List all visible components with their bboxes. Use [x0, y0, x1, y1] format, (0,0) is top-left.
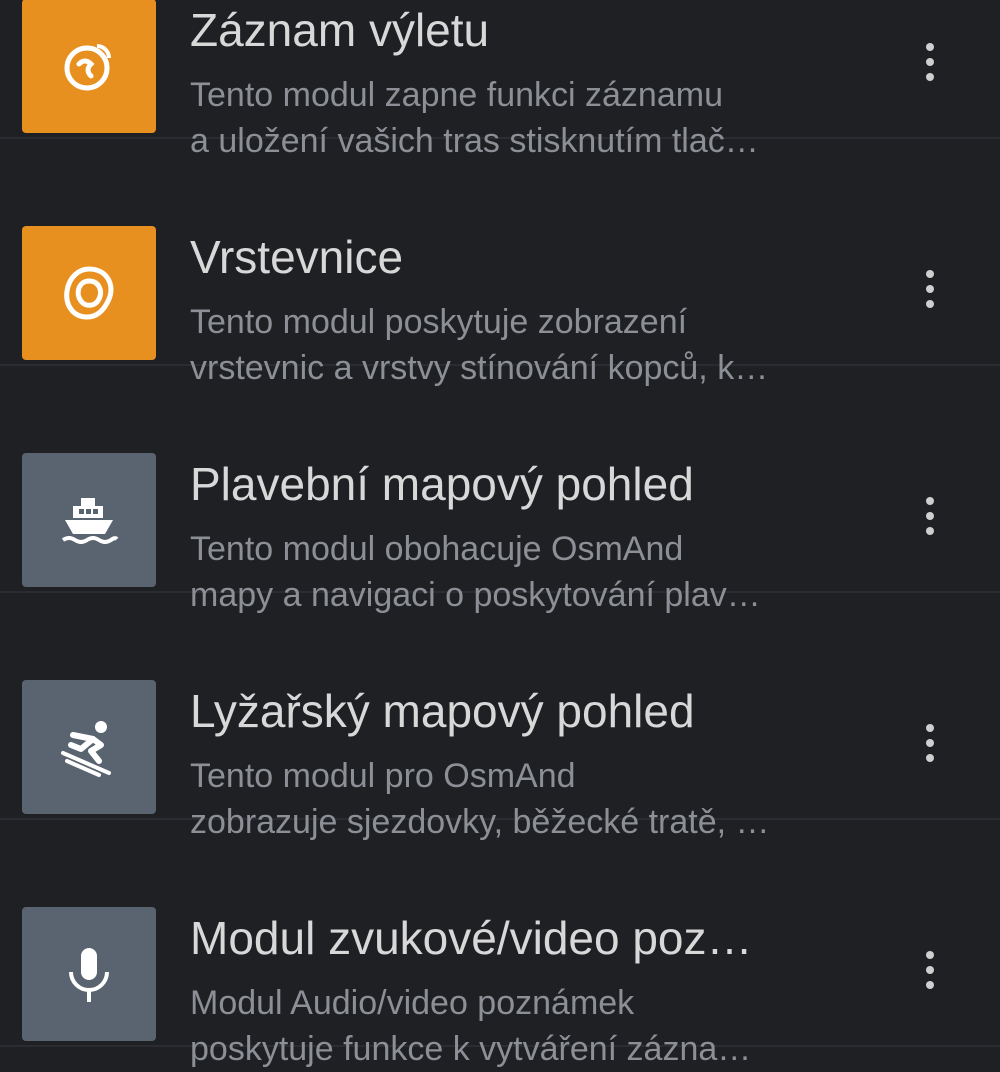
overflow-menu-icon[interactable] [910, 713, 950, 773]
plugin-description: Modul Audio/video poznámek poskytuje fun… [190, 980, 850, 1072]
trip-recording-icon [64, 44, 111, 91]
plugin-title: Lyžařský mapový pohled [190, 685, 695, 737]
plugin-item-ski-view[interactable]: Lyžařský mapový pohled Tento modul pro O… [0, 593, 1000, 841]
plugin-description-line: poskytuje funkce k vytváření zázna… [190, 1030, 752, 1068]
ship-icon [61, 498, 119, 544]
plugin-description-line: Tento modul pro OsmAnd [190, 757, 576, 795]
microphone-icon [69, 948, 109, 1002]
plugin-title: Modul zvukové/video poz… [190, 912, 753, 964]
plugin-list: Záznam výletu Tento modul zapne funkci z… [0, 0, 1000, 1068]
plugin-item-nautical-view[interactable]: Plavební mapový pohled Tento modul oboha… [0, 366, 1000, 614]
plugin-tile-contour-lines[interactable] [22, 226, 156, 360]
plugin-tile-ski-view[interactable] [22, 680, 156, 814]
overflow-menu-icon[interactable] [910, 32, 950, 92]
plugin-item-audio-video-notes[interactable]: Modul zvukové/video poz… Modul Audio/vid… [0, 820, 1000, 1068]
contour-lines-icon [64, 266, 114, 320]
overflow-menu-icon[interactable] [910, 940, 950, 1000]
plugin-tile-nautical-view[interactable] [22, 453, 156, 587]
overflow-menu-icon[interactable] [910, 486, 950, 546]
overflow-menu-icon[interactable] [910, 259, 950, 319]
plugin-title: Vrstevnice [190, 231, 404, 283]
plugin-title: Záznam výletu [190, 4, 490, 56]
plugin-description-line: Tento modul zapne funkci záznamu [190, 76, 723, 114]
plugin-title: Plavební mapový pohled [190, 458, 694, 510]
plugin-description-line: Tento modul obohacuje OsmAnd [190, 530, 684, 568]
plugin-item-contour-lines[interactable]: Vrstevnice Tento modul poskytuje zobraze… [0, 139, 1000, 387]
plugin-description-line: Tento modul poskytuje zobrazení [190, 303, 688, 341]
plugin-description-line: Modul Audio/video poznámek [190, 984, 635, 1022]
plugin-tile-audio-video-notes[interactable] [22, 907, 156, 1041]
skier-icon [61, 721, 111, 777]
plugin-tile-trip-recording[interactable] [22, 0, 156, 133]
plugin-item-trip-recording[interactable]: Záznam výletu Tento modul zapne funkci z… [0, 0, 1000, 160]
